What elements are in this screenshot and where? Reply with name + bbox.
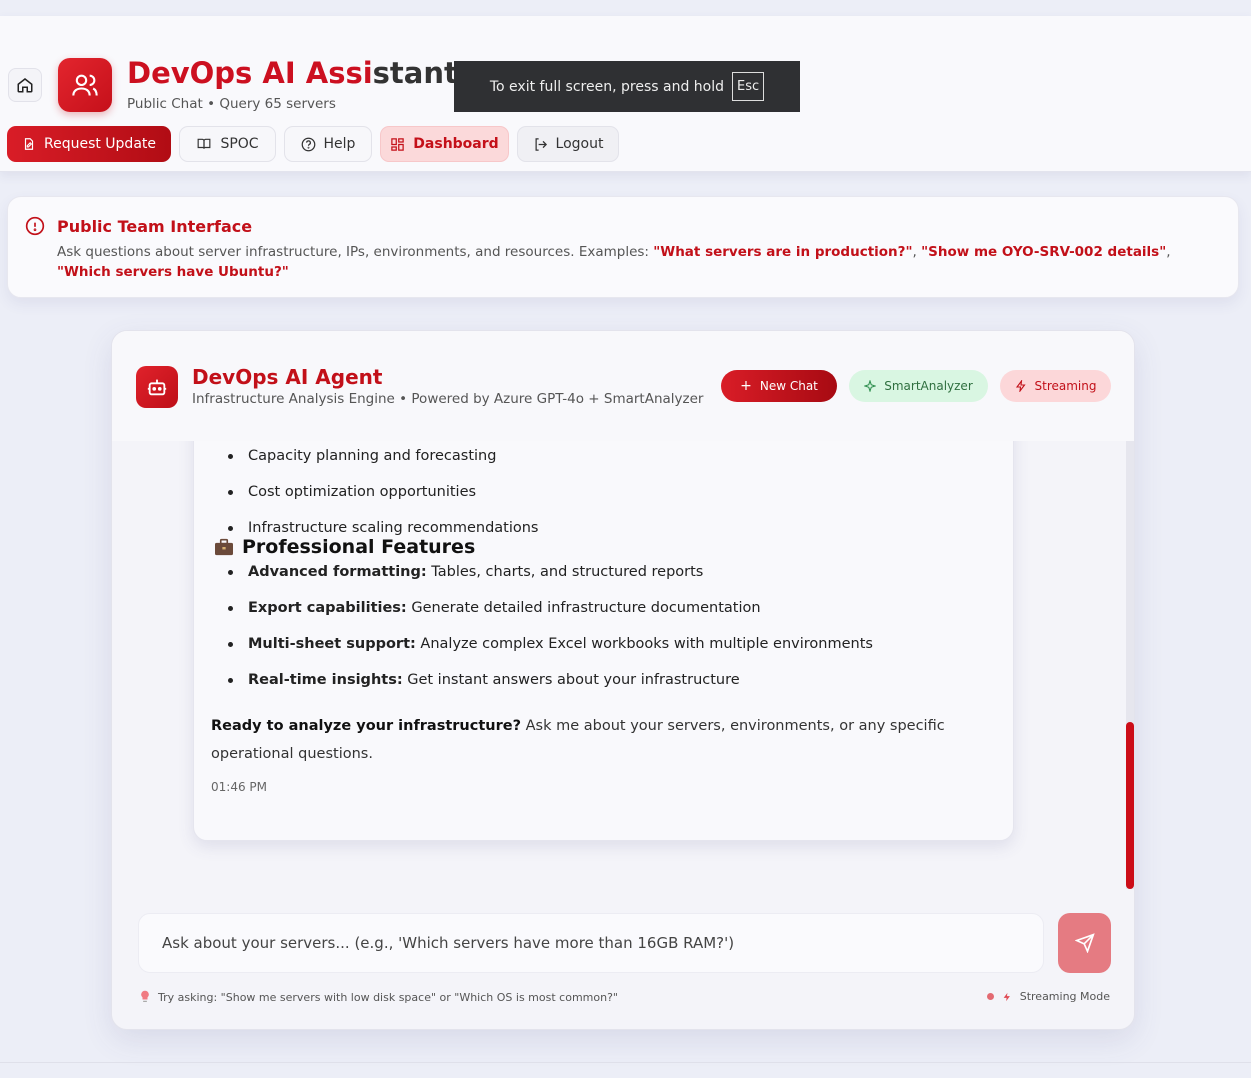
streaming-badge[interactable]: Streaming [1000,370,1111,402]
features-list: Advanced formatting: Tables, charts, and… [228,554,873,698]
spoc-button[interactable]: SPOC [179,126,276,162]
app-header: DevOps AI Assistant Public Chat • Query … [0,16,1251,172]
request-update-button[interactable]: Request Update [7,126,171,162]
help-button[interactable]: Help [284,126,372,162]
book-icon [198,138,211,149]
logout-button[interactable]: Logout [517,126,619,162]
logout-icon [535,137,547,151]
help-icon [301,137,315,151]
send-button[interactable] [1058,913,1111,973]
users-icon [72,74,98,96]
send-icon [1074,933,1095,953]
streaming-mode-indicator: Streaming Mode [986,990,1110,1003]
example-3: "Which servers have Ubuntu?" [57,264,289,280]
lightbulb-icon [141,990,149,1002]
app-title: DevOps AI Assistant [127,56,458,90]
dashboard-icon [391,137,405,151]
agent-subtitle: Infrastructure Analysis Engine • Powered… [192,391,704,407]
list-item: Export capabilities: Generate detailed i… [228,590,873,626]
list-item: Real-time insights: Get instant answers … [228,662,873,698]
fullscreen-notice: To exit full screen, press and hold Esc [454,61,800,112]
list-item: Advanced formatting: Tables, charts, and… [228,554,873,590]
example-2: "Show me OYO-SRV-002 details" [921,244,1167,260]
app-subtitle: Public Chat • Query 65 servers [127,96,336,112]
app-logo [58,58,112,112]
smartanalyzer-badge[interactable]: SmartAnalyzer [849,370,988,402]
banner-title: Public Team Interface [57,217,253,236]
list-item: Capacity planning and forecasting [228,441,539,474]
lightning-icon [1015,380,1026,392]
bot-icon [147,379,167,396]
list-item: Multi-sheet support: Analyze complex Exc… [228,626,873,662]
info-icon [25,216,45,236]
home-icon [17,78,33,93]
chat-header: DevOps AI Agent Infrastructure Analysis … [112,331,1134,441]
banner-text: Ask questions about server infrastructur… [57,244,1171,280]
chat-card: DevOps AI Agent Infrastructure Analysis … [111,330,1135,1030]
scrollbar-thumb[interactable] [1126,722,1134,889]
assistant-message: Capacity planning and forecasting Cost o… [193,441,1014,841]
agent-title: DevOps AI Agent [192,365,383,389]
dashboard-button[interactable]: Dashboard [380,126,509,162]
status-dot [986,993,994,1000]
sparkle-icon [864,380,877,392]
info-banner: Public Team Interface Ask questions abou… [7,196,1239,298]
chat-messages: Capacity planning and forecasting Cost o… [112,441,1134,891]
home-button[interactable] [8,68,42,102]
lightning-icon [1003,992,1010,1001]
new-chat-button[interactable]: + New Chat [721,370,837,402]
plus-icon: + [740,378,752,394]
closing-paragraph: Ready to analyze your infrastructure? As… [211,718,945,762]
footer-divider [0,1062,1251,1063]
document-edit-icon [24,138,34,150]
chat-input[interactable]: Ask about your servers... (e.g., 'Which … [138,913,1044,973]
agent-avatar [136,366,178,408]
example-1: "What servers are in production?" [653,244,913,260]
list-item: Cost optimization opportunities [228,474,539,510]
capabilities-list: Capacity planning and forecasting Cost o… [228,441,539,546]
esc-key-label: Esc [732,72,765,101]
hint-text: Try asking: "Show me servers with low di… [140,990,618,1004]
message-timestamp: 01:46 PM [211,780,267,794]
